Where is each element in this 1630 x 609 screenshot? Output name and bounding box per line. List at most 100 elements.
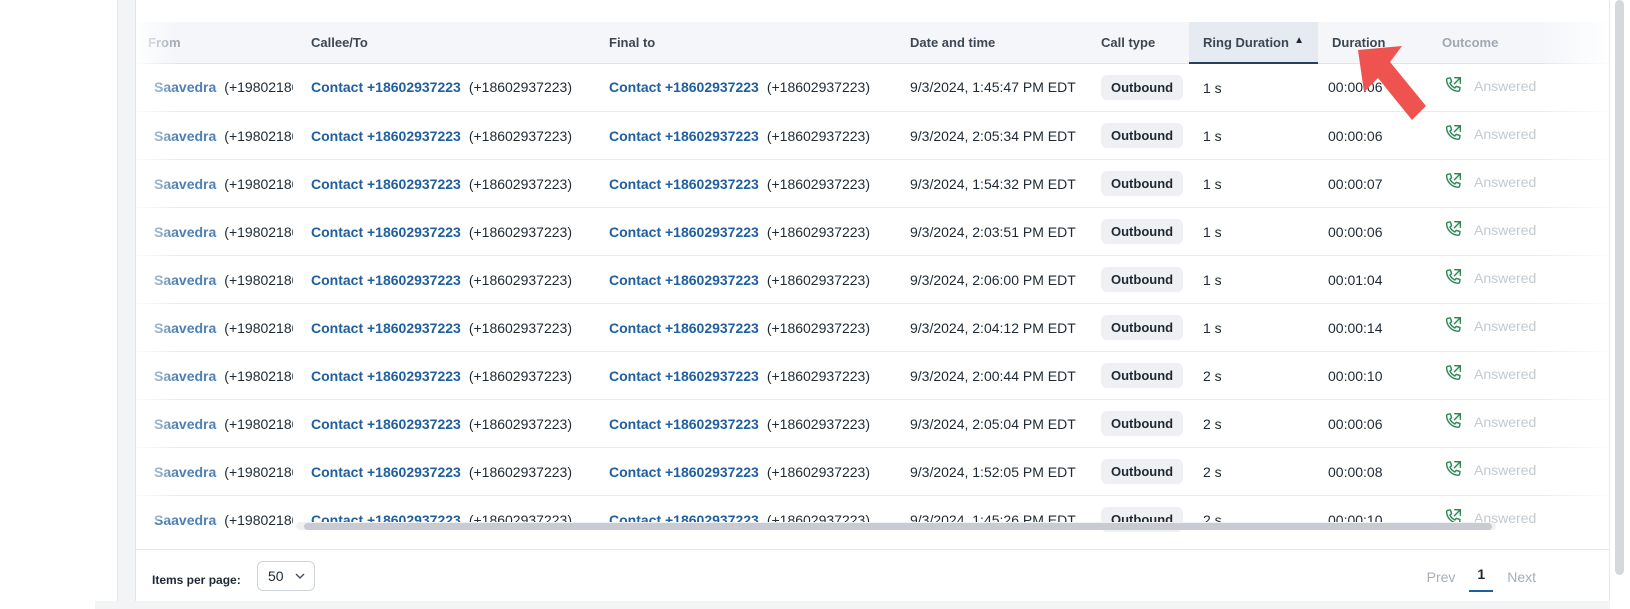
pager: Prev 1 Next: [1413, 562, 1550, 592]
final-to-contact-link[interactable]: Contact +18602937223: [609, 176, 759, 192]
table-row[interactable]: Saavedra (+19802180976) Contact +18602937…: [136, 447, 1610, 496]
next-page-button[interactable]: Next: [1493, 565, 1550, 589]
callee-contact-link[interactable]: Contact +18602937223: [311, 416, 461, 432]
final-to-contact-link[interactable]: Contact +18602937223: [609, 368, 759, 384]
outcome-text: Answered: [1474, 126, 1537, 142]
outcome-cell: Answered: [1418, 447, 1610, 496]
column-header-from[interactable]: From: [136, 22, 293, 64]
date-time-cell: 9/3/2024, 2:05:04 PM EDT: [892, 399, 1083, 448]
final-to-contact-link[interactable]: Contact +18602937223: [609, 272, 759, 288]
duration-cell: 00:01:04: [1318, 255, 1418, 304]
duration-cell: 00:00:06: [1318, 207, 1418, 256]
from-caller-link[interactable]: Saavedra: [154, 320, 216, 336]
left-navigation-pane: [0, 0, 118, 609]
callee-contact-link[interactable]: Contact +18602937223: [311, 79, 461, 95]
final-to-contact-link[interactable]: Contact +18602937223: [609, 416, 759, 432]
callee-cell: Contact +18602937223 (+18602937223): [293, 303, 591, 352]
from-caller-link[interactable]: Saavedra: [154, 512, 216, 528]
final-to-contact-link[interactable]: Contact +18602937223: [609, 464, 759, 480]
call-type-cell: Outbound: [1083, 255, 1189, 304]
vertical-scrollbar[interactable]: [1609, 0, 1630, 609]
table-row[interactable]: Saavedra (+19802180976) Contact +18602937…: [136, 207, 1610, 256]
phone-answered-icon: [1445, 365, 1462, 381]
from-caller-link[interactable]: Saavedra: [154, 176, 216, 192]
callee-number: (+18602937223): [468, 175, 572, 192]
ring-duration-cell: 1 s: [1189, 207, 1318, 256]
phone-answered-icon: [1445, 461, 1462, 477]
final-to-cell: Contact +18602937223 (+18602937223): [591, 159, 892, 208]
from-caller-link[interactable]: Saavedra: [154, 464, 216, 480]
table-row[interactable]: Saavedra (+19802180976) Contact +18602937…: [136, 303, 1610, 352]
prev-page-button[interactable]: Prev: [1413, 565, 1470, 589]
final-to-number: (+18602937223): [766, 127, 870, 144]
outcome-cell: Answered: [1418, 495, 1610, 542]
from-caller-number: (+19802180976): [224, 79, 293, 96]
from-caller-number: (+19802180976): [224, 319, 293, 336]
from-cell: Saavedra (+19802180976): [136, 111, 293, 160]
table-row[interactable]: Saavedra (+19802180976) Contact +18602937…: [136, 159, 1610, 208]
from-cell: Saavedra (+19802180976): [136, 159, 293, 208]
final-to-contact-link[interactable]: Contact +18602937223: [609, 320, 759, 336]
table-row[interactable]: Saavedra (+19802180976) Contact +18602937…: [136, 495, 1610, 542]
outcome-cell: Answered: [1418, 255, 1610, 304]
final-to-contact-link[interactable]: Contact +18602937223: [609, 79, 759, 95]
from-caller-link[interactable]: Saavedra: [154, 128, 216, 144]
outcome-text: Answered: [1474, 414, 1537, 430]
call-type-badge: Outbound: [1101, 459, 1184, 484]
call-type-cell: Outbound: [1083, 63, 1189, 112]
from-cell: Saavedra (+19802180976): [136, 351, 293, 400]
vertical-scrollbar-thumb[interactable]: [1615, 0, 1624, 575]
ring-duration-cell: 2 s: [1189, 399, 1318, 448]
date-time-cell: 9/3/2024, 1:52:05 PM EDT: [892, 447, 1083, 496]
column-header-date-time[interactable]: Date and time: [892, 22, 1083, 64]
column-header-ring-duration[interactable]: Ring Duration ▲: [1189, 22, 1318, 64]
call-type-cell: Outbound: [1083, 303, 1189, 352]
outcome-text: Answered: [1474, 318, 1537, 334]
from-caller-link[interactable]: Saavedra: [154, 368, 216, 384]
from-caller-link[interactable]: Saavedra: [154, 416, 216, 432]
duration-cell: 00:00:06: [1318, 399, 1418, 448]
bottom-strip: [95, 601, 1610, 609]
items-per-page-label: Items per page:: [152, 573, 241, 587]
from-cell: Saavedra (+19802180976): [136, 63, 293, 112]
horizontal-scrollbar-thumb[interactable]: [304, 523, 1492, 530]
outcome-cell: Answered: [1418, 207, 1610, 256]
call-type-badge: Outbound: [1101, 74, 1184, 100]
from-caller-link[interactable]: Saavedra: [154, 272, 216, 288]
call-type-badge: Outbound: [1101, 171, 1184, 196]
callee-contact-link[interactable]: Contact +18602937223: [311, 224, 461, 240]
pagination-footer: Items per page: 50 Prev 1 Next: [136, 549, 1610, 609]
ring-duration-cell: 1 s: [1189, 111, 1318, 160]
callee-contact-link[interactable]: Contact +18602937223: [311, 176, 461, 192]
column-header-final-to[interactable]: Final to: [591, 22, 892, 64]
column-header-callee[interactable]: Callee/To: [293, 22, 591, 64]
column-header-call-type[interactable]: Call type: [1083, 22, 1189, 64]
outcome-text: Answered: [1474, 174, 1537, 190]
call-type-cell: Outbound: [1083, 351, 1189, 400]
callee-cell: Contact +18602937223 (+18602937223): [293, 111, 591, 160]
page-1-button[interactable]: 1: [1469, 562, 1494, 592]
from-caller-link[interactable]: Saavedra: [154, 224, 216, 240]
final-to-contact-link[interactable]: Contact +18602937223: [609, 128, 759, 144]
callee-number: (+18602937223): [468, 367, 572, 384]
duration-cell: 00:00:08: [1318, 447, 1418, 496]
sort-ascending-icon[interactable]: ▲: [1294, 35, 1304, 46]
callee-cell: Contact +18602937223 (+18602937223): [293, 495, 591, 542]
table-row[interactable]: Saavedra (+19802180976) Contact +18602937…: [136, 255, 1610, 304]
final-to-number: (+18602937223): [766, 223, 870, 240]
final-to-contact-link[interactable]: Contact +18602937223: [609, 224, 759, 240]
items-per-page-select[interactable]: 50: [257, 561, 315, 591]
call-type-cell: Outbound: [1083, 159, 1189, 208]
from-caller-link[interactable]: Saavedra: [154, 79, 216, 95]
callee-contact-link[interactable]: Contact +18602937223: [311, 320, 461, 336]
call-type-badge: Outbound: [1101, 267, 1184, 292]
callee-contact-link[interactable]: Contact +18602937223: [311, 464, 461, 480]
callee-contact-link[interactable]: Contact +18602937223: [311, 272, 461, 288]
callee-number: (+18602937223): [468, 127, 572, 144]
column-header-outcome[interactable]: Outcome: [1418, 22, 1610, 64]
callee-contact-link[interactable]: Contact +18602937223: [311, 128, 461, 144]
callee-contact-link[interactable]: Contact +18602937223: [311, 368, 461, 384]
ring-duration-cell: 2 s: [1189, 351, 1318, 400]
table-row[interactable]: Saavedra (+19802180976) Contact +18602937…: [136, 351, 1610, 400]
table-row[interactable]: Saavedra (+19802180976) Contact +18602937…: [136, 399, 1610, 448]
